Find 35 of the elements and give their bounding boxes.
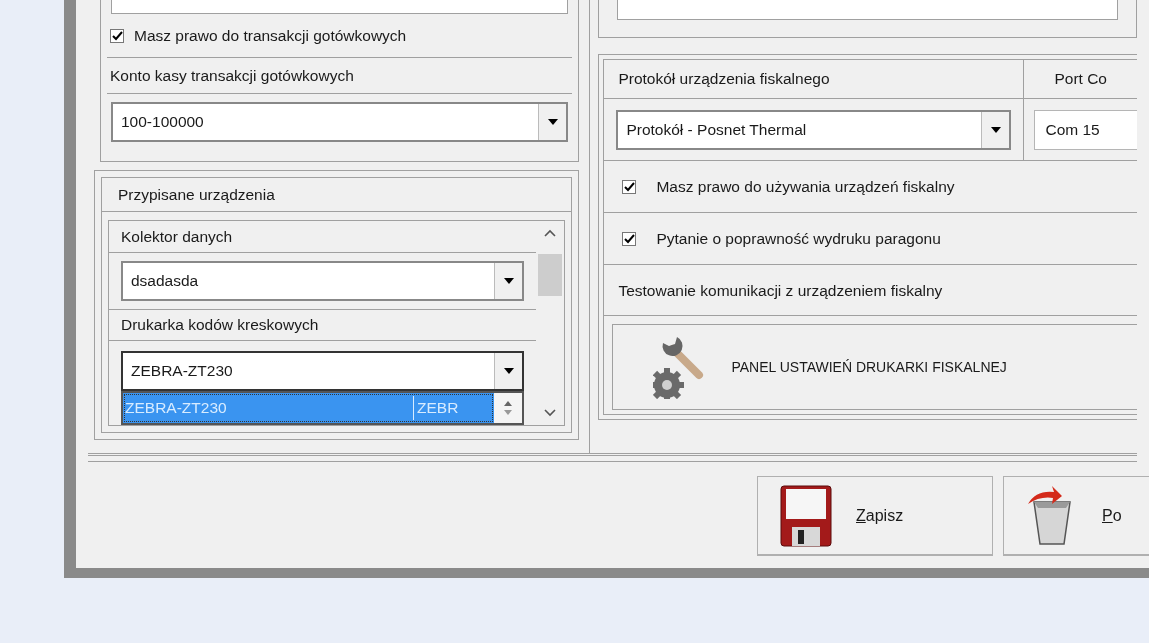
save-button[interactable]: Zapisz: [757, 476, 993, 556]
field-label: Port Co: [1054, 69, 1107, 90]
input-field[interactable]: [111, 0, 569, 14]
dropdown-arrow-button[interactable]: [494, 262, 523, 299]
caret-icon: [547, 119, 558, 125]
port-field[interactable]: Com 15: [1034, 109, 1137, 150]
scroll-up-icon[interactable]: [544, 229, 557, 237]
checkbox-label: Masz prawo do używania urządzeń fiskalny: [656, 177, 955, 198]
dropdown-arrow-button[interactable]: [981, 111, 1010, 148]
caret-icon: [990, 126, 1001, 133]
dropdown-field[interactable]: dsadasda: [121, 260, 525, 301]
dropdown-arrow-button[interactable]: [538, 104, 567, 140]
input-field[interactable]: [617, 0, 1118, 20]
checkbox-label: Masz prawo do transakcji gotówkowych: [134, 25, 407, 46]
dropdown-field[interactable]: ZEBRA-ZT230: [121, 351, 525, 391]
caret-icon: [503, 277, 514, 284]
checkbox-label: Pytanie o poprawność wydruku paragonu: [656, 229, 941, 250]
caret-icon: [503, 368, 514, 374]
section-label: Testowanie komunikacji z urządzeniem fiskalny: [618, 280, 943, 301]
field-label: Drukarka kodów kreskowych: [121, 315, 319, 336]
field-label: Protokół urządzenia fiskalnego: [618, 69, 830, 90]
checkbox[interactable]: [622, 179, 637, 194]
spin-buttons[interactable]: [494, 393, 523, 423]
field-label: Konto kasy transakcji gotówkowych: [110, 65, 354, 86]
scroll-down-icon[interactable]: [544, 409, 557, 417]
fiscal-printer-settings-button[interactable]: PANEL USTAWIEŃ DRUKARKI FISKALNEJ: [612, 324, 1137, 410]
checkbox[interactable]: [622, 231, 637, 246]
group-title: Przypisane urządzenia: [118, 184, 275, 205]
checkbox[interactable]: [110, 28, 124, 43]
scroll-thumb[interactable]: [538, 254, 563, 296]
field-label: Kolektor danych: [121, 226, 233, 247]
dropdown-field[interactable]: Protokół - Posnet Thermal: [616, 109, 1012, 150]
command-button[interactable]: Po: [1003, 476, 1149, 556]
dropdown-arrow-button[interactable]: [494, 353, 523, 389]
dropdown-field[interactable]: 100-100000: [111, 102, 569, 142]
